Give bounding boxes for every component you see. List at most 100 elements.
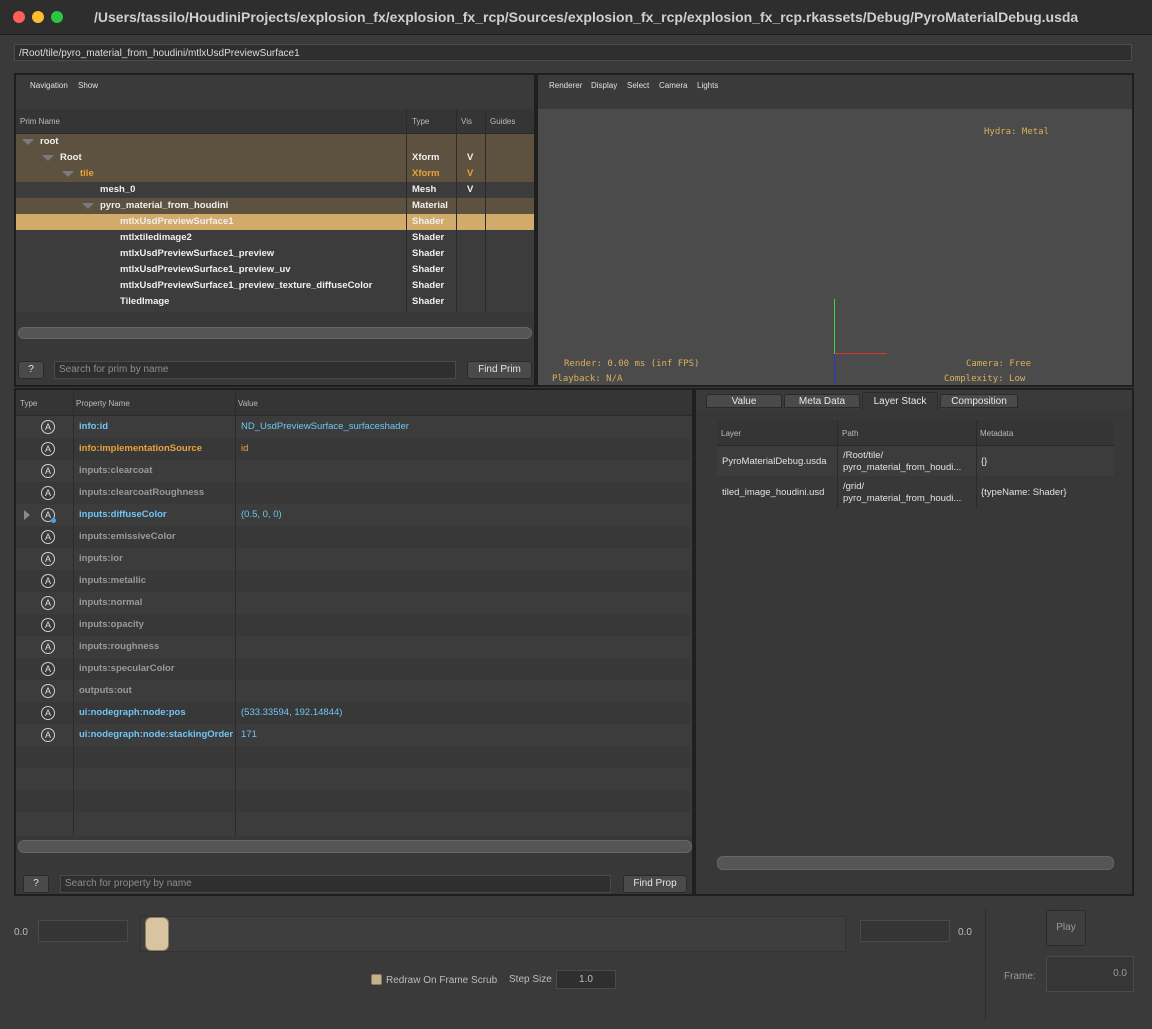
property-row[interactable]: Aui:nodegraph:node:pos (533.33594, 192.14… [16, 702, 690, 724]
tab-composition[interactable]: Composition [940, 394, 1018, 408]
attribute-icon: A [41, 684, 55, 698]
menu-camera[interactable]: Camera [659, 81, 687, 90]
tab-meta-data[interactable]: Meta Data [784, 394, 860, 408]
end-frame-field[interactable] [860, 920, 950, 942]
prim-search-input[interactable]: Search for prim by name [54, 361, 456, 379]
minimize-window-button[interactable] [32, 11, 44, 23]
play-button[interactable]: Play [1046, 910, 1086, 946]
property-row[interactable]: Ainfo:implementationSource id [16, 438, 690, 460]
layer-name: tiled_image_houdini.usd [722, 487, 825, 498]
menu-show[interactable]: Show [78, 81, 98, 90]
header-prop-name[interactable]: Property Name [76, 399, 130, 408]
zoom-window-button[interactable] [51, 11, 63, 23]
header-vis[interactable]: Vis [461, 117, 472, 126]
property-row[interactable]: Ainfo:id ND_UsdPreviewSurface_surfaceshad… [16, 416, 690, 438]
header-prim-name[interactable]: Prim Name [20, 117, 60, 126]
prop-search-input[interactable]: Search for property by name [60, 875, 611, 893]
redraw-checkbox[interactable] [371, 974, 382, 985]
property-name: info:id [79, 421, 109, 432]
header-guides[interactable]: Guides [490, 117, 515, 126]
property-value[interactable]: id [241, 438, 248, 460]
find-prim-button[interactable]: Find Prim [467, 361, 532, 379]
expand-toggle-icon[interactable] [24, 510, 30, 520]
header-metadata[interactable]: Metadata [980, 429, 1013, 438]
expand-toggle-icon[interactable] [42, 155, 54, 161]
viewport-canvas[interactable]: Hydra: Metal Render: 0.00 ms (inf FPS) P… [538, 109, 1132, 385]
property-row[interactable]: Ainputs:ior [16, 548, 690, 570]
property-name: inputs:emissiveColor [79, 531, 176, 542]
frame-slider[interactable] [140, 916, 846, 952]
layer-stack-row[interactable]: PyroMaterialDebug.usda/Root/tile/pyro_ma… [717, 446, 1114, 476]
close-window-button[interactable] [13, 11, 25, 23]
frame-slider-handle[interactable] [145, 917, 169, 951]
attribute-icon: A [41, 442, 55, 456]
header-layer[interactable]: Layer [721, 429, 741, 438]
property-scrollbar[interactable] [18, 840, 692, 853]
property-row[interactable]: Ainputs:specularColor [16, 658, 690, 680]
tab-value[interactable]: Value [706, 394, 782, 408]
y-axis-gizmo [834, 299, 835, 354]
property-row[interactable]: Ainputs:opacity [16, 614, 690, 636]
property-row[interactable]: Ainputs:emissiveColor [16, 526, 690, 548]
property-name: inputs:opacity [79, 619, 144, 630]
expand-toggle-icon[interactable] [22, 139, 34, 145]
prim-help-button[interactable]: ? [18, 361, 44, 379]
property-name: outputs:out [79, 685, 132, 696]
prim-tree-scrollbar[interactable] [18, 327, 532, 339]
layer-metadata: {} [981, 456, 988, 467]
playback-stats: Playback: N/A [552, 374, 623, 384]
menu-lights[interactable]: Lights [697, 81, 718, 90]
property-value[interactable]: ND_UsdPreviewSurface_surfaceshader [241, 416, 409, 438]
property-row[interactable]: Aui:nodegraph:node:stackingOrder 171 [16, 724, 690, 746]
prim-name: tile [80, 168, 94, 179]
property-row[interactable]: Ainputs:normal [16, 592, 690, 614]
prim-type: Shader [412, 248, 445, 259]
expand-toggle-icon[interactable] [82, 203, 94, 209]
prim-visibility[interactable]: V [467, 150, 473, 166]
property-table: Ainfo:id ND_UsdPreviewSurface_surfaceshad… [16, 416, 692, 836]
property-value[interactable]: 171 [241, 724, 257, 746]
prim-visibility[interactable]: V [467, 182, 473, 198]
attribute-icon: A [41, 640, 55, 654]
property-value[interactable]: (0.5, 0, 0) [241, 504, 282, 526]
prop-help-button[interactable]: ? [23, 875, 49, 893]
property-row[interactable]: Aoutputs:out [16, 680, 690, 702]
attribute-icon: A [41, 464, 55, 478]
tab-layer-stack[interactable]: Layer Stack [862, 392, 938, 410]
property-row[interactable]: Ainputs:clearcoat [16, 460, 690, 482]
layer-stack-row[interactable]: tiled_image_houdini.usd/grid/pyro_materi… [717, 477, 1114, 507]
start-frame-field[interactable] [38, 920, 128, 942]
property-row[interactable]: Ainputs:roughness [16, 636, 690, 658]
step-size-field[interactable]: 1.0 [556, 970, 616, 989]
menu-navigation[interactable]: Navigation [30, 81, 68, 90]
timeline-bar: 0.0 0.0 Redraw On Frame Scrub Step Size … [0, 898, 1152, 1029]
prim-path-field[interactable]: /Root/tile/pyro_material_from_houdini/mt… [14, 44, 1132, 61]
property-name: inputs:clearcoat [79, 465, 153, 476]
redraw-label: Redraw On Frame Scrub [386, 975, 498, 986]
prim-type: Shader [412, 280, 445, 291]
prim-type: Mesh [412, 184, 437, 195]
header-prop-type[interactable]: Type [20, 399, 37, 408]
layer-path-cont: pyro_material_from_houdi... [843, 462, 962, 473]
menu-display[interactable]: Display [591, 81, 617, 90]
prim-type: Xform [412, 152, 440, 163]
property-row[interactable]: Ainputs:diffuseColor (0.5, 0, 0) [16, 504, 690, 526]
property-row[interactable]: Ainputs:metallic [16, 570, 690, 592]
prim-visibility[interactable]: V [467, 166, 473, 182]
prim-type: Xform [412, 168, 440, 179]
expand-toggle-icon[interactable] [62, 171, 74, 177]
attribute-icon: A [41, 420, 55, 434]
find-prop-button[interactable]: Find Prop [623, 875, 687, 893]
header-type[interactable]: Type [412, 117, 429, 126]
property-value[interactable]: (533.33594, 192.14844) [241, 702, 342, 724]
info-pane: Value Meta Data Layer Stack Composition … [694, 388, 1134, 896]
property-name: ui:nodegraph:node:stackingOrder [79, 729, 234, 740]
menu-select[interactable]: Select [627, 81, 649, 90]
frame-field[interactable]: 0.0 [1046, 956, 1134, 992]
menu-renderer[interactable]: Renderer [549, 81, 582, 90]
header-path[interactable]: Path [842, 429, 858, 438]
property-row[interactable]: Ainputs:clearcoatRoughness [16, 482, 690, 504]
header-prop-value[interactable]: Value [238, 399, 258, 408]
layer-stack-scrollbar[interactable] [717, 856, 1114, 870]
prim-name: Root [60, 152, 82, 163]
